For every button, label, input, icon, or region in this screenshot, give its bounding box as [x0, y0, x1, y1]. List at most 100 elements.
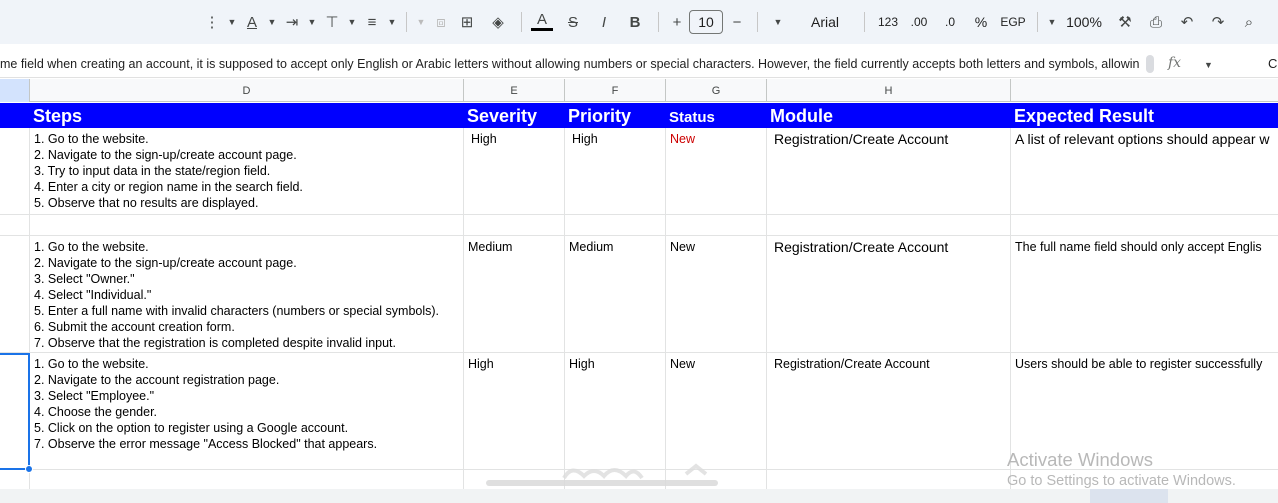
increase-decimal-button[interactable]: .00 [905, 8, 933, 36]
column-header-i[interactable] [1011, 79, 1278, 102]
merge-cells-icon[interactable]: ⧈ [429, 8, 453, 36]
chevron-down-icon[interactable]: ▼ [304, 8, 320, 36]
status-cell[interactable]: New [666, 128, 767, 214]
zoom-select[interactable]: 100% [1060, 8, 1108, 36]
header-cell-expected[interactable]: Expected Result [1011, 103, 1278, 128]
vertical-align-icon[interactable]: ⊤ [320, 8, 344, 36]
chevron-down-icon[interactable]: ▼ [1044, 8, 1060, 36]
row-empty-cell[interactable] [0, 236, 30, 352]
step-line: 4. Enter a city or region name in the se… [34, 180, 303, 194]
fill-color-icon[interactable]: ◈ [481, 8, 515, 36]
print-icon[interactable]: ⎙ [1142, 8, 1170, 36]
empty-cell[interactable] [666, 215, 767, 235]
column-header-g[interactable]: G [666, 79, 767, 102]
selection-drag-handle[interactable] [25, 465, 33, 473]
module-cell[interactable]: Registration/Create Account [767, 353, 1011, 469]
chevron-down-icon[interactable]: ▼ [264, 8, 280, 36]
status-cell[interactable]: New [666, 236, 767, 352]
column-header-h[interactable]: H [767, 79, 1011, 102]
module-cell[interactable]: Registration/Create Account [767, 236, 1011, 352]
chevron-down-icon[interactable]: ▼ [764, 8, 792, 36]
header-cell-module[interactable]: Module [767, 103, 1011, 128]
table-row: 1. Go to the website. 2. Navigate to the… [0, 128, 1278, 215]
row-empty-cell[interactable] [0, 215, 30, 235]
severity-cell[interactable]: High [464, 353, 565, 469]
priority-cell[interactable]: High [565, 353, 666, 469]
column-header-f[interactable]: F [565, 79, 666, 102]
empty-cell[interactable] [1011, 215, 1278, 235]
font-size-input[interactable]: 10 [689, 10, 723, 34]
chevron-down-icon[interactable]: ▼ [1204, 56, 1213, 71]
table-header-row: Steps Severity Priority Status Module Ex… [0, 103, 1278, 128]
header-cell-steps[interactable]: Steps [30, 103, 464, 128]
cell-selection-outline [0, 353, 30, 470]
step-line: 6. Submit the account creation form. [34, 320, 235, 334]
column-header-e[interactable]: E [464, 79, 565, 102]
horizontal-align-icon[interactable]: ⇥ [280, 8, 304, 36]
text-align-icon[interactable]: ≡ [360, 8, 384, 36]
text-color-a-icon[interactable]: A [240, 8, 264, 36]
step-line: 5. Enter a full name with invalid charac… [34, 304, 440, 318]
step-line: 7. Observe that the registration is comp… [34, 336, 397, 350]
bold-button[interactable]: B [618, 8, 652, 36]
row-empty-cell[interactable] [0, 128, 30, 214]
italic-button[interactable]: I [590, 8, 618, 36]
chevron-down-icon[interactable]: ▼ [344, 8, 360, 36]
header-cell-priority[interactable]: Priority [565, 103, 666, 128]
watermark-logo [486, 463, 718, 486]
status-cell[interactable]: New [666, 353, 767, 469]
priority-cell[interactable]: Medium [565, 236, 666, 352]
column-header-selected[interactable] [0, 79, 30, 102]
search-icon[interactable]: ⌕ [1232, 8, 1266, 36]
number-format-label: 123 [877, 15, 899, 29]
zoom-label: 100% [1066, 14, 1102, 30]
toolbar-divider [406, 12, 407, 32]
formula-input[interactable]: me field when creating an account, it is… [0, 57, 1140, 71]
redo-icon[interactable]: ↷ [1204, 8, 1232, 36]
minus-label: − [732, 13, 742, 31]
decrease-decimal-button[interactable]: .0 [933, 8, 967, 36]
module-cell[interactable]: Registration/Create Account [767, 128, 1011, 214]
empty-cell[interactable] [565, 215, 666, 235]
table-row: 1. Go to the website. 2. Navigate to the… [0, 236, 1278, 353]
borders-icon[interactable]: ⊞ [453, 8, 481, 36]
paint-format-icon[interactable]: ⚒ [1108, 8, 1142, 36]
font-family-select[interactable]: Arial [792, 8, 858, 36]
more-vert-icon[interactable]: ⋮ [200, 8, 224, 36]
step-line: 4. Choose the gender. [34, 405, 158, 419]
steps-cell[interactable]: 1. Go to the website. 2. Navigate to the… [30, 128, 464, 214]
expected-result-cell[interactable]: A list of relevant options should appear… [1011, 128, 1278, 214]
priority-cell[interactable]: High [565, 128, 666, 214]
column-header-d[interactable]: D [30, 79, 464, 102]
chevron-down-icon[interactable]: ▼ [413, 8, 429, 36]
steps-cell[interactable]: 1. Go to the website. 2. Navigate to the… [30, 353, 464, 469]
toolbar-divider [521, 12, 522, 32]
expected-result-cell[interactable]: The full name field should only accept E… [1011, 236, 1278, 352]
increase-decimal-label: .00 [910, 15, 928, 29]
number-format-button[interactable]: 123 [871, 8, 905, 36]
empty-cell[interactable] [767, 215, 1011, 235]
strikethrough-icon[interactable]: S [556, 8, 590, 36]
header-cell-status[interactable]: Status [666, 103, 767, 128]
chevron-down-icon[interactable]: ▼ [384, 8, 400, 36]
font-size-increase-button[interactable]: + [665, 8, 689, 36]
formula-bar: me field when creating an account, it is… [0, 50, 1278, 78]
severity-cell[interactable]: Medium [464, 236, 565, 352]
sheet-tab[interactable] [1090, 489, 1168, 503]
chevron-down-icon[interactable]: ▼ [224, 8, 240, 36]
undo-icon[interactable]: ↶ [1170, 8, 1204, 36]
step-line: 5. Observe that no results are displayed… [34, 196, 259, 210]
header-cell-empty[interactable] [0, 103, 30, 128]
formula-scrollbar[interactable] [1146, 55, 1154, 73]
percent-format-button[interactable]: % [967, 8, 995, 36]
font-size-decrease-button[interactable]: − [723, 8, 751, 36]
empty-cell[interactable] [464, 215, 565, 235]
text-color-icon[interactable]: A [528, 8, 556, 36]
percent-label: % [974, 14, 988, 30]
severity-cell[interactable]: High [464, 128, 565, 214]
header-cell-severity[interactable]: Severity [464, 103, 565, 128]
empty-cell[interactable] [30, 215, 464, 235]
currency-label: EGP [1000, 15, 1026, 29]
steps-cell[interactable]: 1. Go to the website. 2. Navigate to the… [30, 236, 464, 352]
currency-format-button[interactable]: EGP [995, 8, 1031, 36]
